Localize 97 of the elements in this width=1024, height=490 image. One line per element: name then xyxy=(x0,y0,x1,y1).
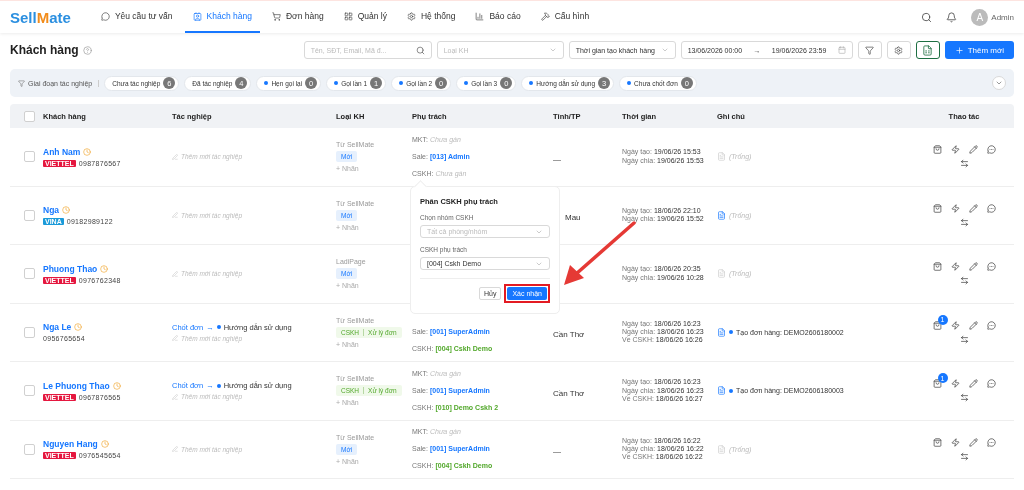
province: — xyxy=(553,447,561,457)
chat-icon[interactable] xyxy=(986,320,996,330)
province: — xyxy=(553,154,561,164)
clock-icon xyxy=(112,381,121,390)
customer-name[interactable]: Nguyen Hang xyxy=(43,439,98,450)
select-all-checkbox[interactable] xyxy=(24,110,35,122)
lightning-icon[interactable] xyxy=(950,262,960,272)
swap-icon[interactable] xyxy=(959,451,969,461)
search-icon[interactable] xyxy=(921,11,933,23)
settings-icon xyxy=(894,45,904,55)
province: Cần Thơ xyxy=(553,330,585,340)
row-checkbox[interactable] xyxy=(24,326,35,338)
row-checkbox[interactable] xyxy=(24,443,35,455)
spreadsheet-icon xyxy=(922,44,934,56)
chevron-down-icon xyxy=(660,46,669,54)
bag-icon[interactable] xyxy=(932,320,942,330)
pen-icon xyxy=(172,393,178,400)
swap-icon[interactable] xyxy=(959,217,969,227)
chat-icon[interactable] xyxy=(986,379,996,389)
nav-icon xyxy=(100,11,110,21)
row-checkbox[interactable] xyxy=(24,268,35,280)
swap-icon[interactable] xyxy=(959,276,969,286)
pencil-icon[interactable] xyxy=(968,437,978,447)
nav-icon xyxy=(540,11,550,21)
chat-icon[interactable] xyxy=(986,145,996,155)
chat-icon[interactable] xyxy=(986,437,996,447)
excel-button[interactable] xyxy=(915,41,940,59)
nav-tab[interactable]: Yêu cầu tư vấn xyxy=(92,1,181,33)
search-icon xyxy=(415,45,425,55)
row-checkbox[interactable] xyxy=(24,209,35,221)
nav-icon xyxy=(406,11,416,21)
plus-icon xyxy=(954,45,964,55)
bag-icon[interactable] xyxy=(932,379,942,389)
swap-icon[interactable] xyxy=(959,159,969,169)
lightning-icon[interactable] xyxy=(950,145,960,155)
nav-tab[interactable]: Cấu hình xyxy=(532,1,598,33)
chevron-down-icon xyxy=(995,79,1003,87)
pencil-icon[interactable] xyxy=(968,379,978,389)
province: Cần Thơ xyxy=(553,388,585,398)
clock-icon xyxy=(100,264,109,273)
chat-icon[interactable] xyxy=(986,203,996,213)
pencil-icon[interactable] xyxy=(968,320,978,330)
customer-name[interactable]: Phuong Thao xyxy=(43,263,98,274)
nav-icon xyxy=(192,11,202,21)
settings-button[interactable] xyxy=(886,41,911,59)
row-checkbox[interactable] xyxy=(24,151,35,163)
add-button[interactable]: Thêm mới xyxy=(944,41,1014,59)
clock-icon xyxy=(74,323,83,332)
bag-icon[interactable] xyxy=(932,262,942,272)
clock-icon xyxy=(100,440,109,449)
nav-icon xyxy=(475,11,485,21)
status-dot xyxy=(216,383,221,388)
row-checkbox[interactable] xyxy=(24,385,35,397)
lightning-icon[interactable] xyxy=(950,203,960,213)
pen-icon xyxy=(172,212,178,219)
swap-icon[interactable] xyxy=(959,393,969,403)
pointer-arrow xyxy=(564,221,636,285)
nav-tab[interactable]: Quản lý xyxy=(335,1,395,33)
nav-tab[interactable]: Đơn hàng xyxy=(263,1,332,33)
clock-icon xyxy=(83,147,92,156)
help-icon xyxy=(82,45,92,55)
filter-button[interactable] xyxy=(857,41,882,59)
customer-name[interactable]: Nga Le xyxy=(43,322,72,333)
pen-icon xyxy=(172,446,178,453)
province: Mau xyxy=(565,213,581,223)
clock-icon xyxy=(62,206,71,215)
pencil-icon[interactable] xyxy=(968,203,978,213)
customer-name[interactable]: Nga xyxy=(43,205,60,216)
bell-icon[interactable] xyxy=(946,11,958,23)
pencil-icon[interactable] xyxy=(968,145,978,155)
customer-name[interactable]: Le Phuong Thao xyxy=(43,380,110,391)
customer-name[interactable]: Anh Nam xyxy=(43,146,81,157)
filter-icon xyxy=(865,45,875,55)
calendar-icon xyxy=(837,46,846,54)
pen-icon xyxy=(172,335,178,342)
chevron-down-icon xyxy=(548,46,557,54)
bag-icon[interactable] xyxy=(932,203,942,213)
lightning-icon[interactable] xyxy=(950,437,960,447)
bag-icon[interactable] xyxy=(932,145,942,155)
nav-icon xyxy=(271,11,281,21)
nav-tab[interactable]: Báo cáo xyxy=(467,1,529,33)
pen-icon xyxy=(172,270,178,277)
status-dot xyxy=(216,325,221,330)
filter-icon xyxy=(18,79,25,87)
page-title: Khách hàng xyxy=(10,43,79,57)
nav-tab[interactable]: Khách hàng xyxy=(184,1,260,33)
bag-icon[interactable] xyxy=(932,437,942,447)
swap-icon[interactable] xyxy=(959,334,969,344)
lightning-icon[interactable] xyxy=(950,320,960,330)
nav-icon xyxy=(343,11,353,21)
lightning-icon[interactable] xyxy=(950,379,960,389)
user-name: Admin xyxy=(991,12,1014,22)
logo: SellMate xyxy=(10,8,71,26)
chat-icon[interactable] xyxy=(986,262,996,272)
pen-icon xyxy=(172,153,178,160)
pencil-icon[interactable] xyxy=(968,262,978,272)
nav-tab[interactable]: Hệ thống xyxy=(398,1,464,33)
